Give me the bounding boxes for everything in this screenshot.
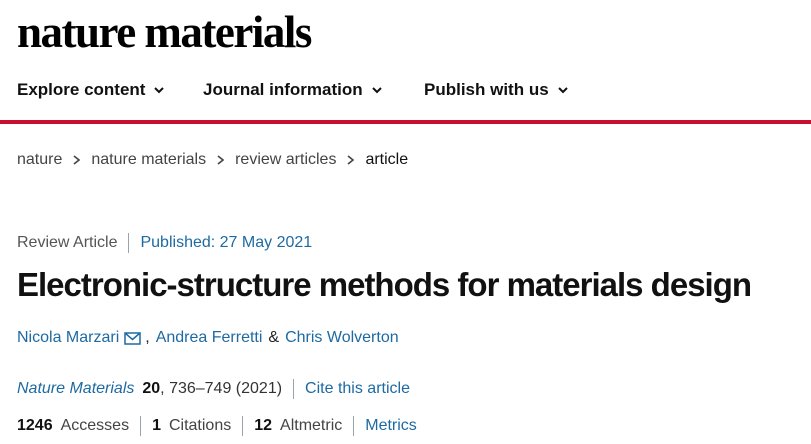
chevron-right-icon xyxy=(217,155,225,165)
nav-explore-content-label: Explore content xyxy=(17,80,146,99)
divider xyxy=(140,416,142,436)
accesses-count: 1246 xyxy=(17,417,53,434)
author-ampersand: & xyxy=(268,329,280,346)
breadcrumb-nature[interactable]: nature xyxy=(17,151,62,169)
accesses-label: Accesses xyxy=(60,417,130,434)
article-meta: Review Article Published: 27 May 2021 xyxy=(17,233,312,253)
nav-explore-content[interactable]: Explore content xyxy=(17,80,165,100)
published-date: Published: 27 May 2021 xyxy=(140,234,313,251)
author-list: Nicola Marzari , Andrea Ferretti & Chris… xyxy=(17,329,399,347)
article-title: Electronic-structure methods for materia… xyxy=(17,266,752,303)
nav-publish-with-us-label: Publish with us xyxy=(424,80,549,99)
nav-journal-information-label: Journal information xyxy=(203,80,363,99)
nav-publish-with-us[interactable]: Publish with us xyxy=(424,80,569,100)
divider xyxy=(353,416,355,436)
author-link[interactable]: Chris Wolverton xyxy=(285,329,399,347)
breadcrumb-review-articles[interactable]: review articles xyxy=(235,151,336,169)
breadcrumb-nature-materials[interactable]: nature materials xyxy=(91,151,206,169)
chevron-right-icon xyxy=(347,155,355,165)
main-nav: Explore content Journal information Publ… xyxy=(0,66,811,124)
author-link[interactable]: Andrea Ferretti xyxy=(156,329,263,347)
divider xyxy=(293,379,295,399)
site-logo[interactable]: nature materials xyxy=(17,4,312,60)
journal-name[interactable]: Nature Materials xyxy=(17,380,134,398)
citations-label: Citations xyxy=(168,417,232,434)
citations-count: 1 xyxy=(152,417,161,434)
altmetric-label: Altmetric xyxy=(280,417,343,434)
chevron-down-icon xyxy=(154,87,165,94)
divider xyxy=(128,233,130,253)
chevron-down-icon xyxy=(557,87,568,94)
author-link[interactable]: Nicola Marzari xyxy=(17,329,119,347)
pages-year: , 736–749 (2021) xyxy=(160,380,283,397)
nav-journal-information[interactable]: Journal information xyxy=(203,80,383,100)
altmetric-score: 12 xyxy=(254,417,273,434)
metrics-bar: 1246 Accesses 1 Citations 12 Altmetric M… xyxy=(17,416,417,436)
article-type: Review Article xyxy=(17,234,118,251)
metrics-link[interactable]: Metrics xyxy=(365,417,417,435)
breadcrumb: nature nature materials review articles … xyxy=(17,151,408,169)
chevron-down-icon xyxy=(371,87,382,94)
breadcrumb-article: article xyxy=(365,151,409,168)
citation-line: Nature Materials 20 , 736–749 (2021) Cit… xyxy=(17,379,410,399)
chevron-right-icon xyxy=(73,155,81,165)
mail-icon[interactable] xyxy=(124,331,141,345)
author-separator: , xyxy=(145,329,150,346)
cite-this-article-link[interactable]: Cite this article xyxy=(305,380,410,398)
divider xyxy=(242,416,244,436)
volume: 20 xyxy=(142,380,161,397)
